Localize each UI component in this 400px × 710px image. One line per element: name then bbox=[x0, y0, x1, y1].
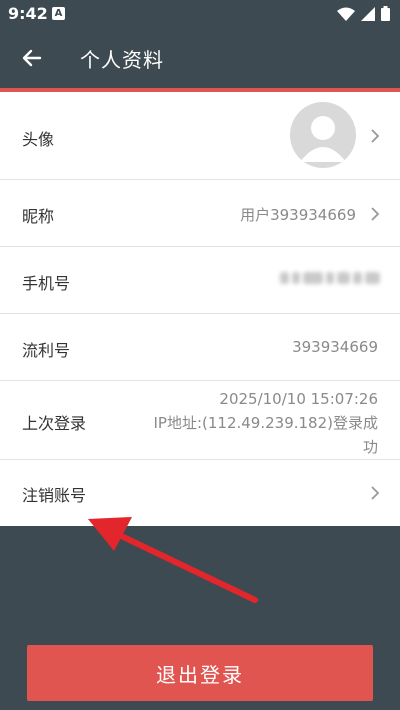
page-title: 个人资料 bbox=[80, 48, 164, 72]
liuli-id-label: 流利号 bbox=[22, 341, 71, 360]
phone-label: 手机号 bbox=[22, 274, 71, 293]
nickname-row[interactable]: 昵称 用户393934669 bbox=[0, 180, 400, 247]
notification-icon: A bbox=[52, 7, 65, 20]
signal-icon bbox=[361, 6, 375, 21]
last-login-row: 上次登录 2025/10/10 15:07:26 IP地址:(112.49.23… bbox=[0, 381, 400, 460]
chevron-right-icon bbox=[371, 486, 380, 500]
phone-row: 手机号 bbox=[0, 247, 400, 314]
last-login-ip: IP地址:(112.49.239.182)登录成 bbox=[153, 414, 378, 432]
app-bar: 个人资料 bbox=[0, 28, 400, 88]
back-arrow-icon[interactable] bbox=[20, 46, 44, 70]
avatar-row[interactable]: 头像 bbox=[0, 92, 400, 180]
battery-icon bbox=[381, 6, 390, 21]
logout-button[interactable]: 退出登录 bbox=[27, 645, 373, 701]
profile-list: 头像 昵称 用户393934669 手机号 流利号 393934669 上次登录… bbox=[0, 92, 400, 526]
nickname-label: 昵称 bbox=[22, 207, 55, 226]
liuli-id-value: 393934669 bbox=[292, 338, 378, 356]
liuli-id-row: 流利号 393934669 bbox=[0, 314, 400, 381]
avatar-placeholder-icon bbox=[300, 116, 346, 162]
last-login-label: 上次登录 bbox=[22, 414, 87, 433]
status-time: 9:42 bbox=[8, 4, 48, 23]
avatar-label: 头像 bbox=[22, 130, 55, 149]
wifi-icon bbox=[337, 7, 355, 21]
chevron-right-icon bbox=[371, 207, 380, 221]
annotation-arrow-icon bbox=[88, 517, 258, 603]
status-bar: 9:42 A bbox=[0, 0, 400, 28]
avatar[interactable] bbox=[290, 102, 356, 168]
last-login-info: 2025/10/10 15:07:26 IP地址:(112.49.239.182… bbox=[138, 387, 378, 459]
chevron-right-icon bbox=[371, 129, 380, 143]
nickname-value: 用户393934669 bbox=[240, 206, 356, 224]
last-login-tail: 功 bbox=[362, 438, 378, 456]
phone-value-blurred bbox=[280, 267, 380, 289]
cancel-account-label: 注销账号 bbox=[22, 486, 87, 505]
last-login-time: 2025/10/10 15:07:26 bbox=[219, 390, 378, 408]
status-icons bbox=[337, 6, 390, 21]
